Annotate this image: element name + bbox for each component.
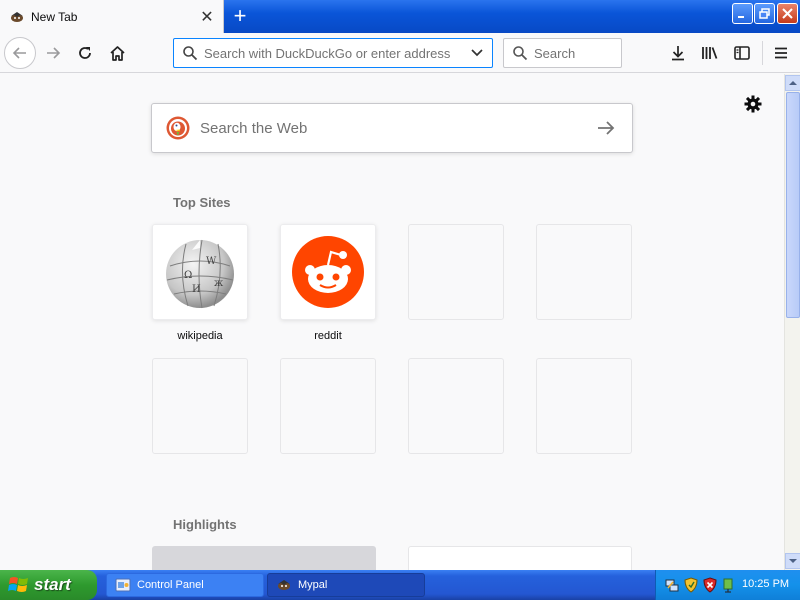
scroll-up-arrow-icon xyxy=(789,81,797,85)
duckduckgo-logo-icon xyxy=(166,116,190,140)
svg-text:Ω: Ω xyxy=(184,270,192,281)
nav-toolbar xyxy=(0,33,800,73)
taskbar-item-mypal[interactable]: Mypal xyxy=(267,573,425,597)
top-site-placeholder[interactable] xyxy=(408,358,504,454)
taskbar-item-label: Control Panel xyxy=(137,579,204,591)
svg-text:ж: ж xyxy=(214,278,224,289)
web-search-box[interactable] xyxy=(151,103,633,153)
svg-text:И: И xyxy=(192,284,201,295)
new-tab-button[interactable]: + xyxy=(228,5,252,29)
taskbar-item-label: Mypal xyxy=(298,579,328,591)
restore-icon xyxy=(759,8,770,19)
download-icon xyxy=(672,46,684,61)
top-site-label: wikipedia xyxy=(177,330,223,342)
top-site-placeholder[interactable] xyxy=(536,358,632,454)
back-button[interactable] xyxy=(4,37,36,69)
arrow-right-icon[interactable] xyxy=(594,116,618,140)
home-icon xyxy=(109,45,125,61)
control-panel-icon xyxy=(115,578,131,592)
scroll-down-button[interactable] xyxy=(785,553,800,569)
hamburger-menu-icon xyxy=(775,47,787,59)
sidebar-icon xyxy=(734,46,750,60)
top-sites-heading: Top Sites xyxy=(173,195,231,210)
forward-button[interactable] xyxy=(37,37,69,69)
scroll-down-arrow-icon xyxy=(789,559,797,563)
scrollbar-thumb[interactable] xyxy=(786,92,800,318)
web-search-input[interactable] xyxy=(200,119,594,137)
reddit-alien-icon xyxy=(292,236,364,308)
taskbar-item-control-panel[interactable]: Control Panel xyxy=(106,573,264,597)
gear-icon[interactable] xyxy=(743,94,763,114)
toolbar-separator xyxy=(762,41,763,65)
top-site-placeholder[interactable] xyxy=(408,224,504,320)
search-icon xyxy=(513,46,528,61)
newtab-page: Top Sites Ω W xyxy=(0,74,784,570)
clock: 10:25 PM xyxy=(742,578,790,590)
top-site-tile-wikipedia[interactable]: Ω W И ж xyxy=(152,224,248,320)
svg-text:W: W xyxy=(206,256,217,267)
system-tray: 10:25 PM xyxy=(655,570,800,600)
top-site-label: reddit xyxy=(314,330,342,342)
top-site-placeholder[interactable] xyxy=(536,224,632,320)
scroll-up-button[interactable] xyxy=(785,75,800,91)
tab-new-tab[interactable]: New Tab ✕ xyxy=(0,0,224,33)
reload-icon xyxy=(79,47,91,59)
sidebar-button[interactable] xyxy=(726,37,758,69)
close-window-button[interactable] xyxy=(777,3,798,24)
library-icon xyxy=(702,47,718,59)
mypal-icon xyxy=(11,11,23,22)
close-icon xyxy=(782,8,793,19)
highlight-card[interactable] xyxy=(152,546,376,570)
search-bar[interactable] xyxy=(503,38,622,68)
minimize-button[interactable] xyxy=(732,3,753,24)
tab-title: New Tab xyxy=(31,9,78,24)
top-site-tile-reddit[interactable] xyxy=(280,224,376,320)
reload-button[interactable] xyxy=(69,37,101,69)
highlight-card[interactable] xyxy=(408,546,632,570)
forward-arrow-icon xyxy=(47,47,61,59)
library-button[interactable] xyxy=(694,37,726,69)
wikipedia-globe-icon: Ω W И ж xyxy=(166,239,234,309)
downloads-button[interactable] xyxy=(662,37,694,69)
back-arrow-icon xyxy=(12,47,26,59)
windows-logo-icon xyxy=(8,577,28,592)
top-site-placeholder[interactable] xyxy=(152,358,248,454)
security-shield-icon[interactable] xyxy=(683,577,699,593)
security-alert-icon[interactable] xyxy=(702,577,718,593)
vertical-scrollbar[interactable] xyxy=(784,74,800,570)
address-bar[interactable] xyxy=(173,38,493,68)
safely-remove-hardware-icon[interactable] xyxy=(720,577,736,593)
title-bar: New Tab ✕ + xyxy=(0,0,800,33)
taskbar: start Control Panel Mypal 10:25 PM xyxy=(0,570,800,600)
chevron-down-icon[interactable] xyxy=(470,46,484,60)
highlights-heading: Highlights xyxy=(173,517,237,532)
home-button[interactable] xyxy=(101,37,133,69)
mypal-icon xyxy=(278,580,290,590)
restore-button[interactable] xyxy=(754,3,775,24)
minimize-icon xyxy=(738,16,744,18)
start-label: start xyxy=(34,575,71,594)
close-tab-icon[interactable]: ✕ xyxy=(197,7,217,27)
menu-button[interactable] xyxy=(765,37,797,69)
address-input[interactable] xyxy=(204,45,470,61)
top-site-placeholder[interactable] xyxy=(280,358,376,454)
search-input[interactable] xyxy=(534,45,614,61)
network-icon[interactable] xyxy=(664,577,680,593)
search-icon xyxy=(183,46,198,61)
start-button[interactable]: start xyxy=(0,570,97,600)
